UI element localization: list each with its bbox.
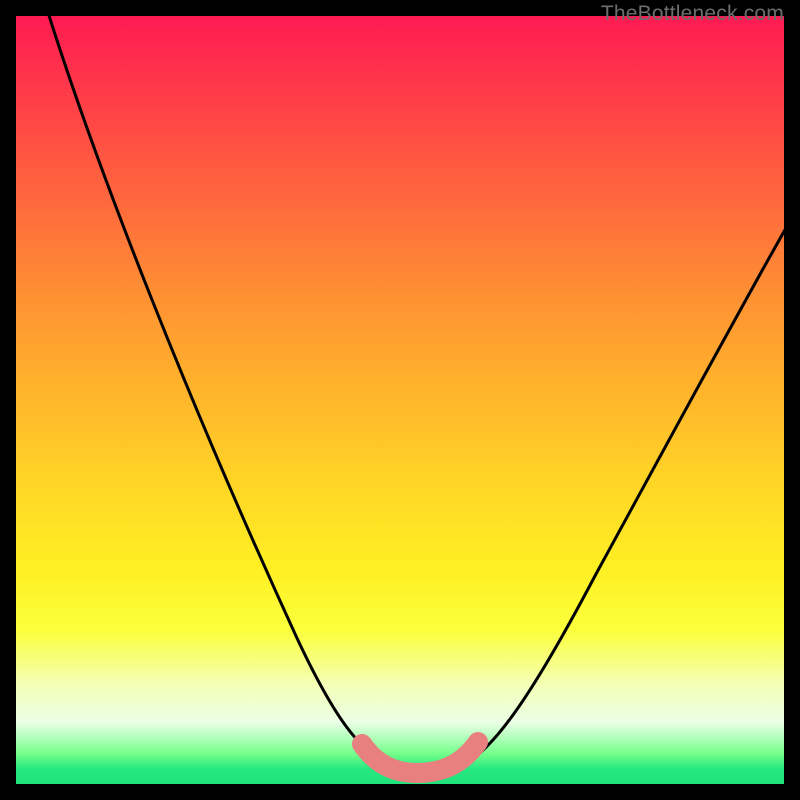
optimal-zone-highlight [362, 742, 478, 773]
chart-frame: TheBottleneck.com [0, 0, 800, 800]
watermark-text: TheBottleneck.com [601, 2, 784, 26]
plot-area [16, 16, 784, 784]
bottleneck-curve-line [46, 16, 784, 772]
bottleneck-curve-svg [16, 16, 784, 784]
